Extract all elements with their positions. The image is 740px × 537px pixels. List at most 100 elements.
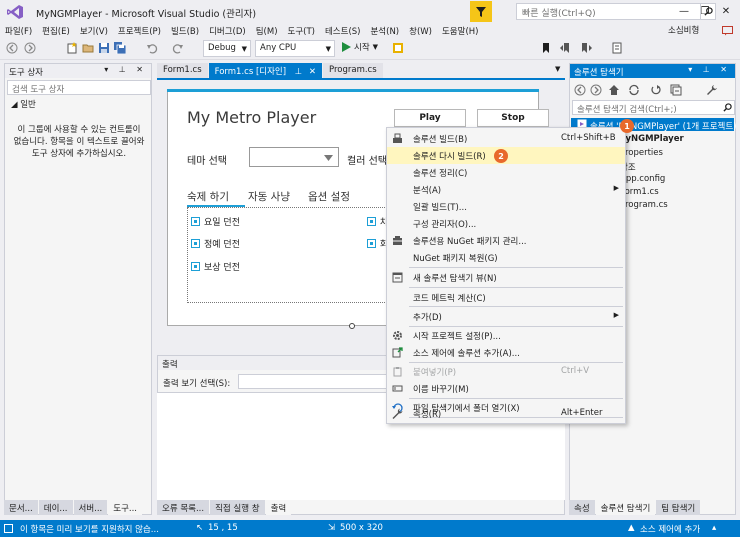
source-control-button[interactable]: 소스 제어에 추가	[640, 523, 700, 535]
menu-item-add[interactable]: 추가(D) ▶	[387, 308, 625, 325]
tab-program-cs[interactable]: Program.cs	[322, 63, 383, 78]
menu-project[interactable]: 프로젝트(P)	[113, 25, 166, 37]
save-all-icon[interactable]	[114, 42, 126, 54]
tab-form1-design[interactable]: Form1.cs [디자인] ⊥ ✕	[208, 63, 322, 78]
tab-solution-explorer[interactable]: 솔루션 탐색기	[595, 500, 656, 515]
collapse-all-icon[interactable]	[670, 84, 682, 96]
play-button[interactable]: Play	[394, 109, 466, 127]
menu-item-shortcut: Ctrl+Shift+B	[561, 133, 616, 143]
menu-item-manage-nuget[interactable]: 솔루션용 NuGet 패키지 관리...	[387, 232, 625, 249]
tree-item-project[interactable]: MyNGMPlayer	[617, 134, 684, 144]
menu-item-clean-solution[interactable]: 솔루션 정리(C)	[387, 164, 625, 181]
menu-view[interactable]: 보기(V)	[75, 25, 113, 37]
tab-server-explorer[interactable]: 서버...	[73, 500, 108, 515]
tab-options[interactable]: 옵션 설정	[308, 189, 350, 204]
menu-build[interactable]: 빌드(B)	[166, 25, 204, 37]
sync-icon[interactable]	[628, 84, 640, 96]
tab-homework[interactable]: 숙제 하기	[187, 189, 229, 204]
pin-icon[interactable]: ⊥	[295, 67, 302, 77]
menu-test[interactable]: 테스트(S)	[320, 25, 366, 37]
restore-button[interactable]: ❐	[697, 2, 713, 20]
toolbox-header[interactable]: 도구 상자 ▾ ⊥ ✕	[5, 64, 151, 78]
menu-tools[interactable]: 도구(T)	[283, 25, 320, 37]
tab-properties[interactable]: 속성	[569, 500, 595, 515]
minimize-button[interactable]: —	[676, 2, 692, 20]
solution-platform-combo[interactable]: Any CPU ▼	[255, 40, 335, 57]
menu-item-configuration-manager[interactable]: 구성 관리자(O)...	[387, 215, 625, 232]
chevron-down-icon[interactable]: ▼	[555, 65, 560, 73]
menu-item-add-to-source-control[interactable]: 소스 제어에 솔루션 추가(A)...	[387, 344, 625, 361]
back-icon[interactable]	[574, 84, 586, 96]
tab-form1-design-label: Form1.cs [디자인]	[214, 67, 287, 77]
feedback-filter-button[interactable]	[470, 1, 492, 22]
menu-debug[interactable]: 디버그(D)	[204, 25, 251, 37]
tree-item-app-config[interactable]: App.config	[620, 174, 665, 184]
comment-icon[interactable]	[612, 42, 624, 54]
start-debugging-button[interactable]: 시작 ▼	[342, 41, 378, 53]
checkbox-elite-dungeon[interactable]: 정예 던전	[191, 237, 240, 250]
forward-icon[interactable]	[590, 84, 602, 96]
panel-controls[interactable]: ▾ ⊥ ✕	[104, 65, 147, 74]
solution-configuration-combo[interactable]: Debug ▼	[203, 40, 251, 57]
tab-team-explorer[interactable]: 팀 탐색기	[656, 500, 701, 515]
open-file-icon[interactable]	[82, 42, 94, 54]
home-icon[interactable]	[608, 84, 620, 96]
redo-icon[interactable]	[172, 42, 184, 54]
quick-launch-input[interactable]: 빠른 실행(Ctrl+Q)	[516, 3, 701, 20]
menu-item-analyze[interactable]: 분석(A) ▶	[387, 181, 625, 198]
toolbox-group-general[interactable]: ◢ 일반	[11, 98, 36, 110]
tab-auto-hunt[interactable]: 자동 사냥	[248, 189, 290, 204]
solution-search-input[interactable]: 솔루션 탐색기 검색(Ctrl+;)	[572, 100, 735, 115]
forward-icon[interactable]	[24, 42, 36, 54]
close-icon[interactable]: ✕	[309, 67, 316, 77]
theme-combo[interactable]	[249, 147, 339, 167]
new-project-icon[interactable]	[66, 42, 78, 54]
tab-immediate-window[interactable]: 직접 실행 창	[210, 500, 265, 515]
menu-file[interactable]: 파일(F)	[0, 25, 37, 37]
undo-icon[interactable]	[146, 42, 158, 54]
feedback-icon[interactable]	[722, 26, 733, 36]
attach-icon[interactable]	[392, 42, 404, 54]
tab-toolbox[interactable]: 도구...	[108, 500, 142, 515]
menu-item-build-solution[interactable]: 솔루션 빌드(B) Ctrl+Shift+B	[387, 130, 625, 147]
panel-controls[interactable]: ▾ ⊥ ✕	[688, 65, 731, 74]
tab-form1-cs[interactable]: Form1.cs	[157, 63, 208, 78]
menu-item-paste: 붙여넣기(P) Ctrl+V	[387, 363, 625, 380]
wrench-icon[interactable]	[706, 84, 718, 96]
checkbox-daily-dungeon[interactable]: 요일 던전	[191, 215, 240, 228]
save-icon[interactable]	[98, 42, 110, 54]
output-source-combo[interactable]	[238, 374, 398, 389]
refresh-icon[interactable]	[650, 84, 662, 96]
next-bookmark-icon[interactable]	[580, 42, 592, 54]
menu-team[interactable]: 팀(M)	[251, 25, 283, 37]
prev-bookmark-icon[interactable]	[560, 42, 572, 54]
tab-error-list[interactable]: 오류 목록...	[157, 500, 210, 515]
tree-item-properties[interactable]: Properties	[620, 148, 663, 158]
menu-item-rebuild-solution[interactable]: 솔루션 다시 빌드(R) 2	[387, 147, 625, 164]
tab-data-sources[interactable]: 데이...	[38, 500, 73, 515]
tab-output[interactable]: 출력	[265, 500, 292, 515]
menu-item-rename[interactable]: 이름 바꾸기(M)	[387, 380, 625, 397]
back-icon[interactable]	[6, 42, 18, 54]
menu-item-new-solution-view[interactable]: 새 솔루션 탐색기 뷰(N)	[387, 269, 625, 286]
stop-button[interactable]: Stop	[477, 109, 549, 127]
tree-item-program[interactable]: Program.cs	[620, 200, 668, 210]
chevron-down-icon	[324, 155, 333, 161]
menu-edit[interactable]: 편집(E)	[37, 25, 75, 37]
menu-item-code-metrics[interactable]: 코드 메트릭 계산(C)	[387, 289, 625, 306]
menu-item-batch-build[interactable]: 일괄 빌드(T)...	[387, 198, 625, 215]
menu-window[interactable]: 창(W)	[404, 25, 437, 37]
menu-item-properties-row[interactable]: 속성(R) Alt+Enter	[387, 405, 625, 422]
bookmark-icon[interactable]	[540, 42, 552, 54]
menu-item-set-startup-projects[interactable]: 시작 프로젝트 설정(P)...	[387, 327, 625, 344]
signed-in-user[interactable]: 소심비형	[668, 24, 699, 36]
close-button[interactable]: ✕	[718, 2, 734, 20]
resize-grip[interactable]	[349, 323, 355, 329]
checkbox-reward-dungeon[interactable]: 보상 던전	[191, 260, 240, 273]
toolbox-search-input[interactable]: 검색 도구 상자	[7, 80, 151, 95]
menu-help[interactable]: 도움말(H)	[437, 25, 483, 37]
menu-item-restore-nuget[interactable]: NuGet 패키지 복원(G)	[387, 249, 625, 266]
tab-document-outline[interactable]: 문서...	[4, 500, 38, 515]
menu-analyze[interactable]: 분석(N)	[365, 25, 404, 37]
solution-explorer-header[interactable]: 솔루션 탐색기 ▾ ⊥ ✕	[570, 64, 735, 78]
